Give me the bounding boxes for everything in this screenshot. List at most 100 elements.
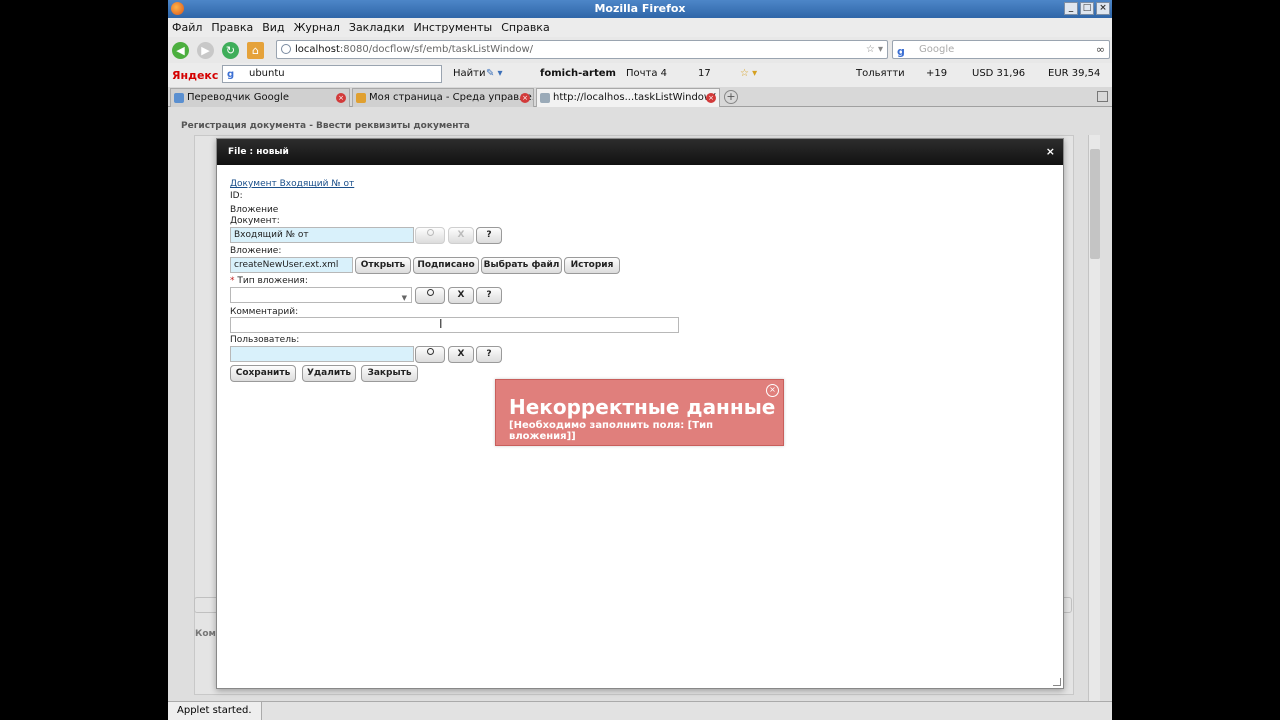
close-tab-icon[interactable]: × xyxy=(336,93,346,103)
google-translate-icon xyxy=(174,93,184,103)
bookmarks-icon[interactable]: ✎ ▾ xyxy=(486,68,503,79)
find-button[interactable]: Найти xyxy=(453,68,485,79)
yandex-search-input[interactable]: g ubuntu xyxy=(222,65,442,83)
search-bar[interactable]: g Google ∞ xyxy=(892,40,1110,59)
document-clear-button[interactable]: X xyxy=(448,227,474,244)
required-mark: * xyxy=(230,276,235,286)
document-link[interactable]: Документ Входящий № от xyxy=(230,179,354,189)
page-scrollbar[interactable] xyxy=(1088,135,1100,701)
url-host: localhost xyxy=(295,44,340,55)
mail-link[interactable]: Почта 4 xyxy=(626,68,667,79)
binoculars-icon[interactable]: ∞ xyxy=(1096,41,1105,58)
close-tab-icon[interactable]: × xyxy=(706,93,716,103)
status-bar: Applet started. xyxy=(168,701,1112,720)
maximize-button[interactable]: □ xyxy=(1080,2,1094,15)
user-help-button[interactable]: ? xyxy=(476,346,502,363)
user-name[interactable]: fomich-artem xyxy=(540,68,616,79)
user-clear-button[interactable]: X xyxy=(448,346,474,363)
status-text: Applet started. xyxy=(168,702,262,720)
comment-label: Комментарий: xyxy=(230,307,299,317)
menu-bookmarks[interactable]: Закладки xyxy=(349,21,405,34)
history-button[interactable]: История xyxy=(564,257,620,274)
dialog-title: File : новый xyxy=(228,147,289,157)
tab-translator[interactable]: Переводчик Google × xyxy=(170,88,350,107)
usd-rate[interactable]: USD 31,96 xyxy=(972,68,1025,79)
close-tab-icon[interactable]: × xyxy=(520,93,530,103)
eur-rate[interactable]: EUR 39,54 xyxy=(1048,68,1100,79)
menu-file[interactable]: Файл xyxy=(172,21,202,34)
attachment-type-label: * Тип вложения: xyxy=(230,276,308,286)
star-icon[interactable]: ☆ ▾ xyxy=(740,68,757,79)
browser-window: Mozilla Firefox _ □ × Файл Правка Вид Жу… xyxy=(168,0,1112,720)
firefox-icon xyxy=(171,2,184,15)
signed-button[interactable]: Подписано xyxy=(413,257,479,274)
menu-bar: Файл Правка Вид Журнал Закладки Инструме… xyxy=(168,18,1112,37)
tab-my-page[interactable]: Моя страница - Среда управле... × xyxy=(352,88,534,107)
resize-grip-icon[interactable] xyxy=(1053,678,1061,686)
tab-label: Моя страница - Среда управле... xyxy=(369,92,534,103)
menu-edit[interactable]: Правка xyxy=(211,21,253,34)
attachment-field[interactable]: createNewUser.ext.xml xyxy=(230,257,353,273)
magnifier-icon xyxy=(426,229,434,236)
forward-icon[interactable]: ▶ xyxy=(197,41,214,59)
type-search-button[interactable] xyxy=(415,287,445,304)
close-icon[interactable]: × xyxy=(1046,139,1055,165)
search-placeholder: Google xyxy=(919,44,955,55)
close-window-button[interactable]: × xyxy=(1096,2,1110,15)
comment-field[interactable] xyxy=(230,317,679,333)
tab-strip: Переводчик Google × Моя страница - Среда… xyxy=(168,87,1112,107)
document-search-button[interactable] xyxy=(415,227,445,244)
dialog-header: File : новый × xyxy=(217,139,1063,165)
user-search-button[interactable] xyxy=(415,346,445,363)
open-button[interactable]: Открыть xyxy=(355,257,411,274)
delete-button[interactable]: Удалить xyxy=(302,365,356,382)
new-tab-icon[interactable]: + xyxy=(724,90,738,104)
google-icon[interactable]: g xyxy=(897,43,905,60)
site-identity-icon[interactable] xyxy=(281,44,291,54)
title-bar: Mozilla Firefox _ □ × xyxy=(168,0,1112,18)
scrollbar-thumb[interactable] xyxy=(1090,149,1100,259)
close-button[interactable]: Закрыть xyxy=(361,365,418,382)
menu-tools[interactable]: Инструменты xyxy=(414,21,493,34)
text-cursor-icon: I xyxy=(439,317,443,331)
user-field[interactable] xyxy=(230,346,414,362)
minimize-button[interactable]: _ xyxy=(1064,2,1078,15)
back-icon[interactable]: ◀ xyxy=(172,41,189,59)
bookmark-star-icon[interactable]: ☆ ▾ xyxy=(866,41,883,58)
error-message: [Необходимо заполнить поля: [Тип вложени… xyxy=(509,420,713,442)
magnifier-icon xyxy=(426,348,434,355)
tab-label: http://localhos...taskListWindow/ xyxy=(553,92,716,103)
yandex-bar: Яндекс g ubuntu Найти ✎ ▾ fomich-artem П… xyxy=(168,63,1112,87)
google-icon: g xyxy=(227,69,235,80)
save-button[interactable]: Сохранить xyxy=(230,365,296,382)
page-favicon-icon xyxy=(356,93,366,103)
attachment-label: Вложение: xyxy=(230,246,282,256)
rss-counter[interactable]: 17 xyxy=(698,68,711,79)
error-notification: × Некорректные данные [Необходимо заполн… xyxy=(495,379,784,446)
attachment-type-select[interactable]: ▼ xyxy=(230,287,412,303)
menu-history[interactable]: Журнал xyxy=(294,21,340,34)
menu-help[interactable]: Справка xyxy=(501,21,549,34)
yandex-logo[interactable]: Яндекс xyxy=(172,69,218,82)
error-title: Некорректные данные xyxy=(509,395,776,419)
type-help-button[interactable]: ? xyxy=(476,287,502,304)
attachment-type-text: Тип вложения: xyxy=(237,276,308,286)
loading-icon xyxy=(540,93,550,103)
url-bar[interactable]: localhost:8080/docflow/sf/emb/taskListWi… xyxy=(276,40,888,59)
choose-file-button[interactable]: Выбрать файл xyxy=(481,257,562,274)
type-clear-button[interactable]: X xyxy=(448,287,474,304)
tab-task-list[interactable]: http://localhos...taskListWindow/ × xyxy=(536,88,720,107)
chevron-down-icon: ▼ xyxy=(401,294,407,302)
window-title: Mozilla Firefox xyxy=(594,2,686,15)
reload-icon[interactable]: ↻ xyxy=(222,41,239,59)
city-label[interactable]: Тольятти xyxy=(856,68,905,79)
document-field[interactable]: Входящий № от xyxy=(230,227,414,243)
user-label: Пользователь: xyxy=(230,335,300,345)
tab-label: Переводчик Google xyxy=(187,92,289,103)
home-icon[interactable]: ⌂ xyxy=(247,41,264,59)
menu-view[interactable]: Вид xyxy=(262,21,284,34)
weather-value[interactable]: +19 xyxy=(926,68,947,79)
magnifier-icon xyxy=(426,289,434,296)
tab-list-icon[interactable] xyxy=(1097,91,1108,102)
document-help-button[interactable]: ? xyxy=(476,227,502,244)
